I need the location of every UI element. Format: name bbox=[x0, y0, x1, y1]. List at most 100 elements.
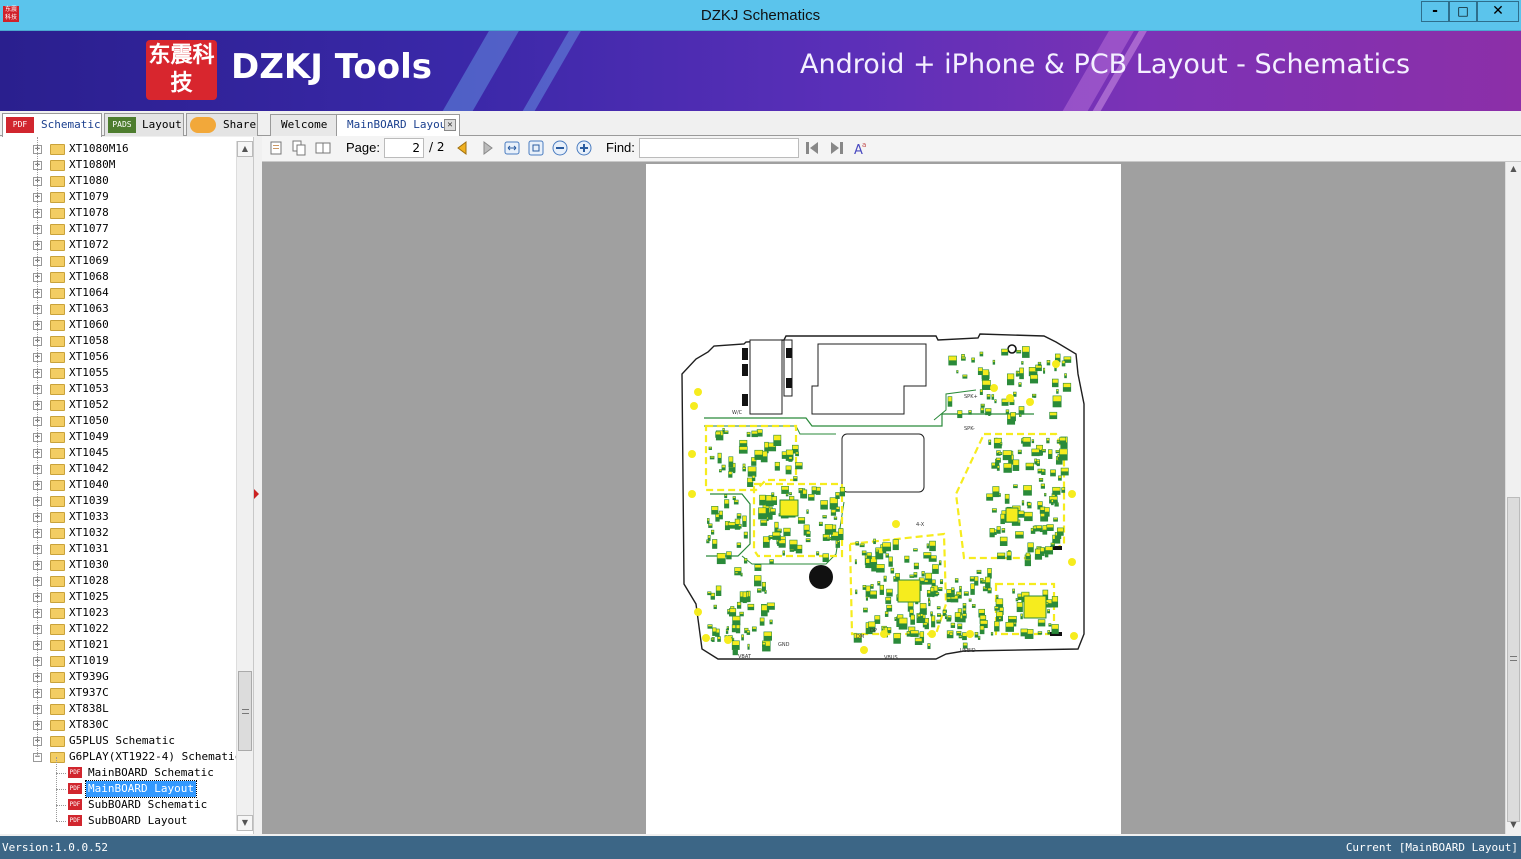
pcb-pad bbox=[1010, 412, 1016, 417]
tree-folder-item[interactable]: + XT1079 bbox=[0, 189, 236, 205]
tree-folder-item[interactable]: + XT1028 bbox=[0, 573, 236, 589]
tree-folder-item[interactable]: + XT1040 bbox=[0, 477, 236, 493]
pcb-pad bbox=[712, 628, 716, 632]
tree-folder-item[interactable]: + XT1053 bbox=[0, 381, 236, 397]
tree-folder-item[interactable]: + XT1025 bbox=[0, 589, 236, 605]
collapse-arrow-icon[interactable] bbox=[254, 489, 259, 499]
pcb-pad bbox=[744, 532, 748, 535]
single-page-icon[interactable] bbox=[268, 140, 284, 156]
tab-layout[interactable]: PADS Layout bbox=[104, 113, 184, 136]
zoom-out-icon[interactable] bbox=[552, 140, 568, 156]
tree-folder-item[interactable]: + XT838L bbox=[0, 701, 236, 717]
viewer-scroll-down-icon[interactable]: ▼ bbox=[1506, 818, 1521, 833]
tree-folder-item[interactable]: + XT1056 bbox=[0, 349, 236, 365]
tab-welcome[interactable]: Welcome bbox=[270, 114, 340, 136]
pcb-pad bbox=[732, 625, 736, 629]
find-previous-icon[interactable] bbox=[804, 140, 820, 156]
tree-folder-item[interactable]: + XT1052 bbox=[0, 397, 236, 413]
tree-scrollbar[interactable]: ▲ ▼ bbox=[236, 141, 253, 831]
panel-splitter[interactable] bbox=[254, 137, 262, 834]
close-tab-icon[interactable]: ✕ bbox=[444, 119, 456, 131]
tab-share[interactable]: Share bbox=[186, 113, 258, 136]
tree-folder-item[interactable]: + XT1058 bbox=[0, 333, 236, 349]
tree-folder-label: XT1055 bbox=[69, 366, 109, 379]
pcb-layout-drawing[interactable]: SPK+ SPK- W/C GND VBAT DM DP VBUS USBID … bbox=[646, 164, 1121, 834]
pcb-pad bbox=[793, 476, 797, 479]
tree-file-item[interactable]: PDF MainBOARD Schematic bbox=[0, 765, 236, 781]
tree-folder-item[interactable]: + G5PLUS Schematic bbox=[0, 733, 236, 749]
page-number-input[interactable]: 2 bbox=[384, 138, 424, 158]
next-page-icon[interactable] bbox=[480, 140, 496, 156]
tree-folder-item[interactable]: + XT1078 bbox=[0, 205, 236, 221]
pcb-pad bbox=[886, 589, 893, 593]
tree-folder-item[interactable]: + XT1023 bbox=[0, 605, 236, 621]
zoom-in-icon[interactable] bbox=[576, 140, 592, 156]
tree-folder-item[interactable]: + XT1021 bbox=[0, 637, 236, 653]
continuous-page-icon[interactable] bbox=[291, 140, 307, 156]
tree-folder-item[interactable]: + XT1069 bbox=[0, 253, 236, 269]
tree-folder-item[interactable]: + XT1032 bbox=[0, 525, 236, 541]
previous-page-icon[interactable] bbox=[454, 140, 470, 156]
viewer-scroll-thumb[interactable] bbox=[1507, 497, 1520, 822]
viewer-scrollbar[interactable]: ▲ ▼ bbox=[1505, 162, 1521, 834]
pcb-pad bbox=[980, 615, 986, 620]
tree-scroll-thumb[interactable] bbox=[238, 671, 252, 751]
pcb-pad bbox=[728, 471, 732, 475]
scroll-down-icon[interactable]: ▼ bbox=[237, 815, 253, 831]
tree-folder-item[interactable]: + XT1080 bbox=[0, 173, 236, 189]
pcb-pad bbox=[757, 429, 762, 433]
tab-mainboard-layout[interactable]: MainBOARD Layout ✕ bbox=[336, 114, 460, 136]
tree-folder-item[interactable]: + XT1031 bbox=[0, 541, 236, 557]
pcb-pad bbox=[734, 500, 738, 502]
pcb-pad bbox=[996, 595, 998, 597]
tree-folder-item[interactable]: + XT1068 bbox=[0, 269, 236, 285]
pcb-pad bbox=[760, 618, 764, 622]
pcb-pad bbox=[1044, 507, 1050, 512]
pcb-pad bbox=[970, 584, 975, 589]
facing-pages-icon[interactable] bbox=[315, 140, 331, 156]
scroll-up-icon[interactable]: ▲ bbox=[237, 141, 253, 157]
tree-folder-item[interactable]: + XT1080M16 bbox=[0, 141, 236, 157]
tree-file-item[interactable]: PDF SubBOARD Schematic bbox=[0, 797, 236, 813]
close-button[interactable]: ✕ bbox=[1477, 1, 1519, 22]
tree-folder-item[interactable]: + XT1050 bbox=[0, 413, 236, 429]
tree-folder-item[interactable]: + XT1077 bbox=[0, 221, 236, 237]
tree-file-item[interactable]: PDF MainBOARD Layout bbox=[0, 780, 236, 798]
document-viewer[interactable]: SPK+ SPK- W/C GND VBAT DM DP VBUS USBID … bbox=[262, 162, 1505, 834]
tree-folder-item[interactable]: + XT937C bbox=[0, 685, 236, 701]
match-case-icon[interactable]: Aa bbox=[853, 140, 869, 156]
tree-folder-item[interactable]: + XT1063 bbox=[0, 301, 236, 317]
pcb-pad bbox=[955, 578, 958, 581]
tree-folder-item[interactable]: + XT1042 bbox=[0, 461, 236, 477]
find-next-icon[interactable] bbox=[829, 140, 845, 156]
tree-folder-item[interactable]: + XT1064 bbox=[0, 285, 236, 301]
tree-folder-item[interactable]: + XT1022 bbox=[0, 621, 236, 637]
tree-folder-item[interactable]: + XT1039 bbox=[0, 493, 236, 509]
tree-folder-item[interactable]: + XT830C bbox=[0, 717, 236, 733]
minimize-button[interactable]: - bbox=[1421, 1, 1449, 22]
tree-folder-item[interactable]: + XT1019 bbox=[0, 653, 236, 669]
tree-folder-item[interactable]: + XT1033 bbox=[0, 509, 236, 525]
pcb-pad bbox=[727, 626, 729, 629]
pcb-pad bbox=[937, 620, 941, 622]
pcb-pad bbox=[978, 636, 980, 638]
fit-width-icon[interactable] bbox=[504, 140, 520, 156]
tree-folder-item[interactable]: + XT1055 bbox=[0, 365, 236, 381]
find-input[interactable] bbox=[639, 138, 799, 158]
tree-folder-item[interactable]: + XT1049 bbox=[0, 429, 236, 445]
tree-folder-item[interactable]: + XT939G bbox=[0, 669, 236, 685]
maximize-button[interactable]: □ bbox=[1449, 1, 1477, 22]
current-document-text: Current [MainBOARD Layout] bbox=[1345, 841, 1518, 854]
tree-folder-expanded[interactable]: − G6PLAY(XT1922-4) Schematic bbox=[0, 749, 241, 765]
tab-schematic[interactable]: PDF Schematic bbox=[2, 113, 102, 137]
tree-folder-item[interactable]: + XT1072 bbox=[0, 237, 236, 253]
tree-folder-item[interactable]: + XT1080M bbox=[0, 157, 236, 173]
pcb-pad bbox=[895, 573, 900, 577]
tree-folder-item[interactable]: + XT1045 bbox=[0, 445, 236, 461]
fit-page-icon[interactable] bbox=[528, 140, 544, 156]
tree-folder-item[interactable]: + XT1060 bbox=[0, 317, 236, 333]
tree-file-item[interactable]: PDF SubBOARD Layout bbox=[0, 813, 236, 829]
pcb-pad bbox=[735, 519, 740, 525]
tree-folder-item[interactable]: + XT1030 bbox=[0, 557, 236, 573]
viewer-scroll-up-icon[interactable]: ▲ bbox=[1506, 162, 1521, 177]
